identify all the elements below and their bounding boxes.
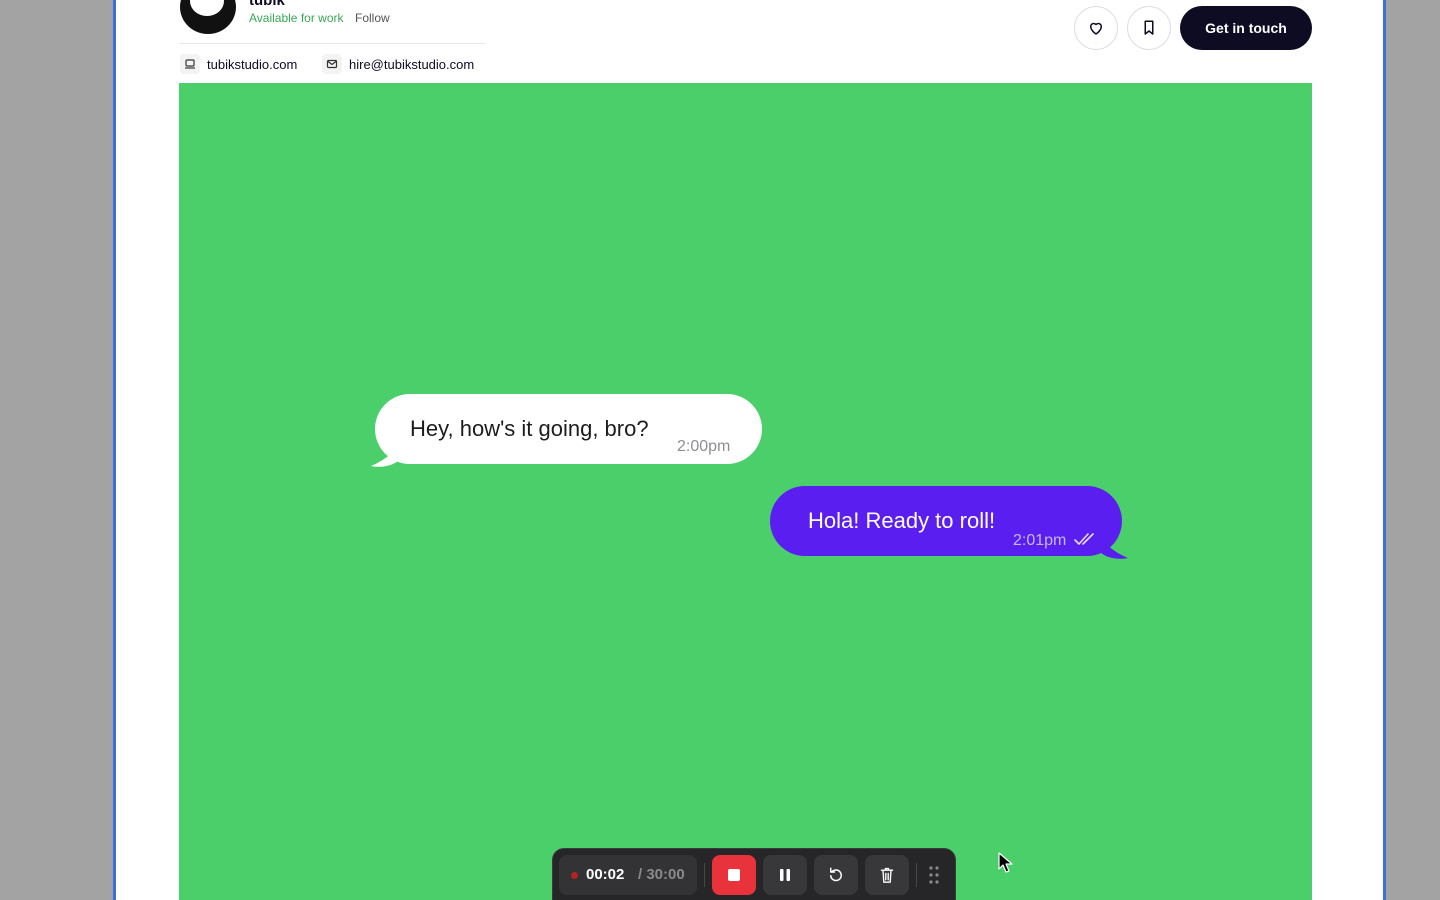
avatar-face: [190, 0, 224, 16]
availability-status: Available for work: [249, 11, 344, 25]
recording-timer: 00:02 / 30:00: [559, 855, 697, 895]
screen-recorder-toolbar: 00:02 / 30:00: [552, 848, 956, 900]
outgoing-message-text: Hola! Ready to roll!: [808, 508, 996, 533]
get-in-touch-button[interactable]: Get in touch: [1180, 6, 1312, 50]
toolbar-separator: [704, 863, 705, 887]
website-text: tubikstudio.com: [207, 56, 298, 72]
incoming-message-bubble: Hey, how's it going, bro? 2:00pm: [371, 394, 762, 467]
email-link[interactable]: hire@tubikstudio.com: [322, 54, 474, 74]
email-text: hire@tubikstudio.com: [349, 56, 475, 72]
stop-recording-button[interactable]: [712, 855, 756, 895]
stop-icon: [728, 869, 740, 881]
delete-recording-button[interactable]: [865, 855, 909, 895]
designer-name[interactable]: tubik: [249, 0, 285, 9]
incoming-bubble-tail: [371, 446, 399, 467]
designer-avatar[interactable]: [180, 0, 236, 34]
incoming-message-text: Hey, how's it going, bro?: [410, 416, 649, 441]
pause-recording-button[interactable]: [763, 855, 807, 895]
shot-canvas: Hey, how's it going, bro? 2:00pm Hola! R…: [179, 83, 1312, 900]
trash-icon: [880, 867, 894, 883]
outgoing-message-bubble: Hola! Ready to roll! 2:01pm: [770, 486, 1128, 559]
incoming-message-time: 2:00pm: [677, 438, 731, 455]
restart-icon: [830, 867, 842, 882]
pause-icon: [780, 869, 790, 881]
header-divider: [180, 43, 485, 44]
follow-link[interactable]: Follow: [355, 11, 390, 25]
laptop-icon: [180, 54, 200, 74]
drag-handle-icon[interactable]: [929, 866, 939, 884]
mouse-cursor-icon: [998, 852, 1013, 873]
restart-recording-button[interactable]: [814, 855, 858, 895]
recording-dot-icon: [571, 872, 578, 879]
shot-page: tubik Available for work Follow tubikstu…: [113, 0, 1386, 900]
save-button[interactable]: [1127, 6, 1171, 50]
outgoing-bubble-tail: [1100, 538, 1128, 559]
heart-icon: [1090, 22, 1102, 35]
bookmark-icon: [1144, 20, 1154, 35]
total-time: / 30:00: [638, 866, 685, 883]
double-check-icon: [1074, 533, 1094, 545]
outgoing-message-time: 2:01pm: [1013, 532, 1067, 549]
toolbar-separator: [916, 863, 917, 887]
website-link[interactable]: tubikstudio.com: [180, 54, 297, 74]
mail-icon: [322, 54, 342, 74]
like-button[interactable]: [1074, 6, 1118, 50]
elapsed-time: 00:02: [586, 866, 625, 883]
